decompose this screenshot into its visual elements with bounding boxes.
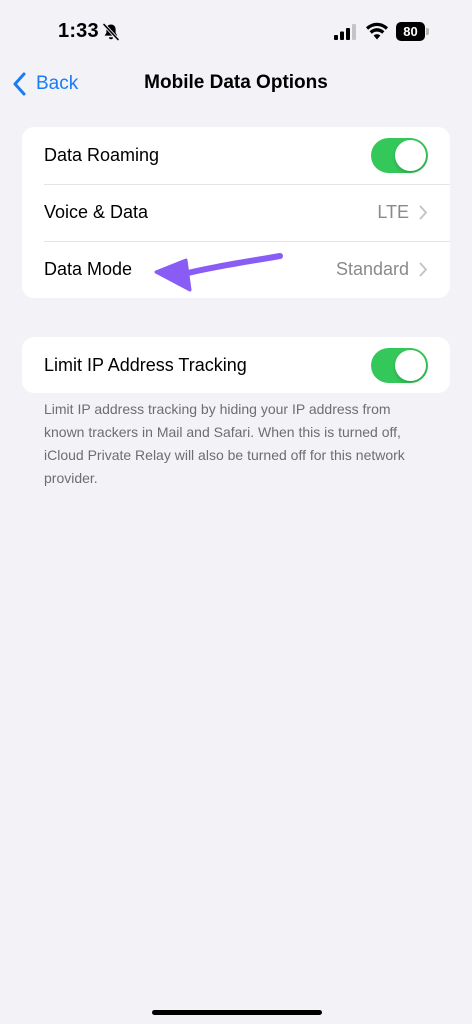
battery-icon: 80 (396, 22, 430, 41)
back-button[interactable]: Back (12, 70, 78, 98)
battery-level: 80 (396, 22, 425, 41)
data-mode-value: Standard (335, 259, 409, 279)
toggle-knob (395, 140, 426, 171)
row-voice-and-data[interactable]: Voice & Data LTE (22, 184, 450, 241)
limit-ip-tracking-label: Limit IP Address Tracking (44, 354, 247, 375)
chevron-right-icon (419, 205, 427, 220)
screen: 1:33 80 Mobile Data Options Back Data Ro… (0, 0, 472, 1024)
limit-ip-tracking-toggle[interactable] (371, 347, 428, 383)
data-roaming-toggle[interactable] (371, 138, 428, 173)
status-bar: 1:33 80 (0, 0, 472, 64)
bell-slash-icon (102, 23, 120, 41)
toggle-knob (395, 349, 426, 381)
data-roaming-label: Data Roaming (44, 145, 160, 165)
limit-ip-tracking-footnote: Limit IP address tracking by hiding your… (44, 401, 405, 486)
battery-cap (426, 28, 429, 35)
row-data-roaming: Data Roaming (22, 127, 450, 184)
voice-and-data-label: Voice & Data (44, 202, 149, 222)
chevron-right-icon (419, 262, 427, 277)
back-label: Back (36, 73, 79, 94)
cellular-signal-icon (334, 24, 356, 40)
privacy-group: Limit IP Address Tracking (22, 337, 450, 393)
status-time: 1:33 (58, 20, 99, 42)
wifi-icon (366, 22, 388, 40)
row-limit-ip-tracking: Limit IP Address Tracking (22, 337, 450, 393)
back-chevron-icon (13, 72, 26, 96)
navigation-bar: Mobile Data Options Back (0, 64, 472, 104)
annotation-arrow (154, 253, 283, 292)
voice-and-data-value: LTE (377, 202, 409, 222)
home-indicator[interactable] (152, 1010, 322, 1015)
